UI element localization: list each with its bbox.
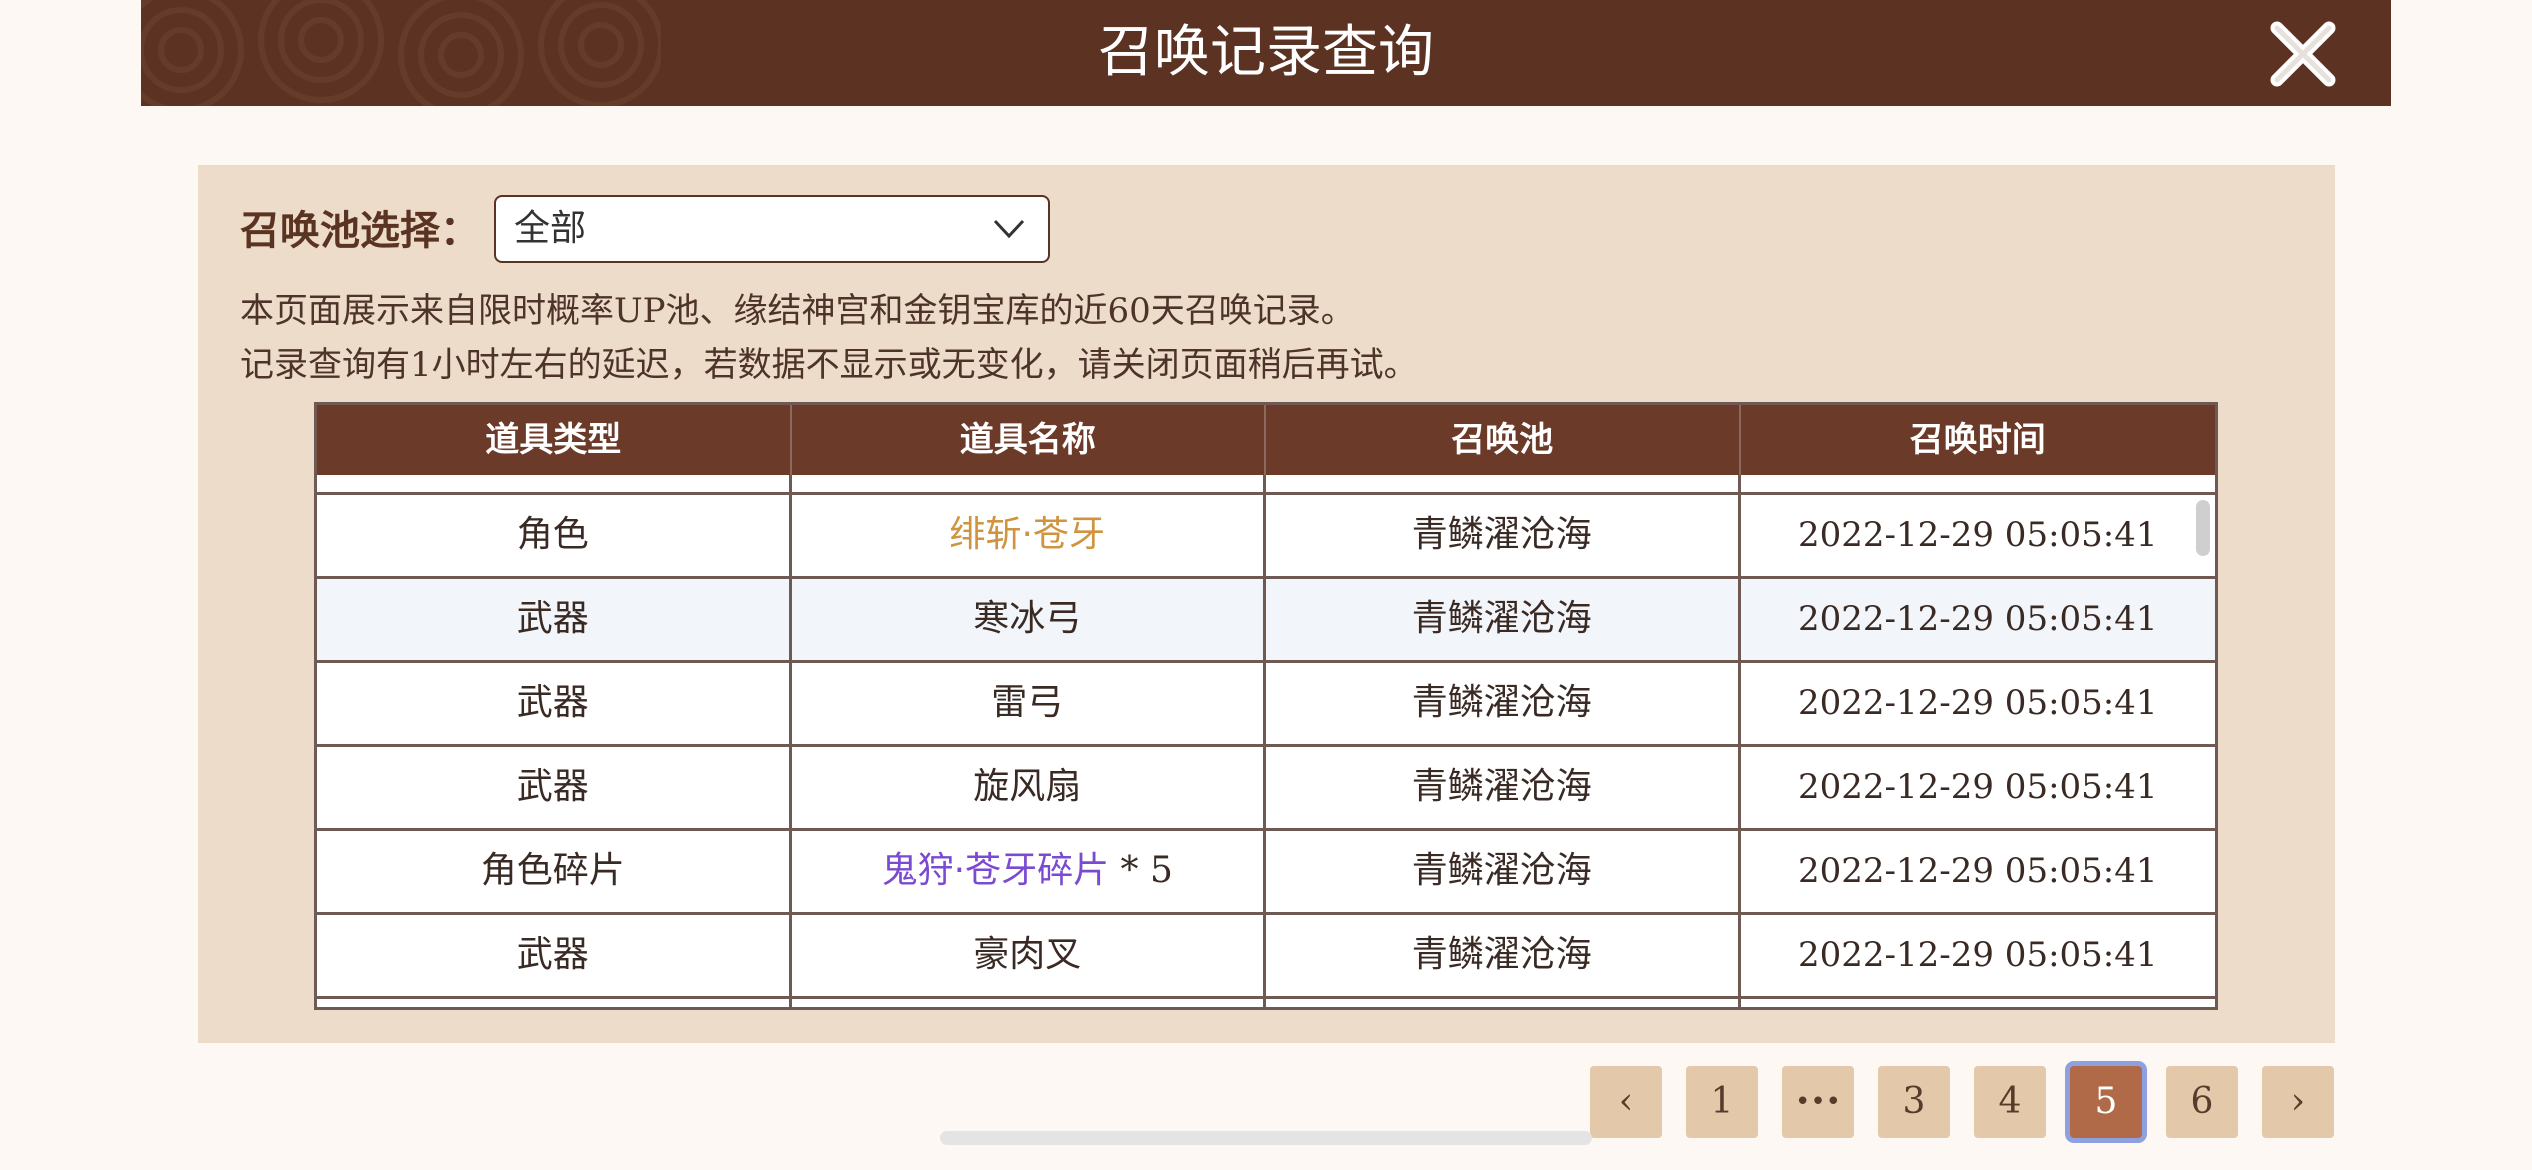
page-button-1[interactable]: 1 [1686,1066,1758,1138]
pool-select-label: 召唤池选择： [240,208,480,254]
table-cell [1741,999,2216,1007]
pool-select-dropdown[interactable]: 全部 [494,195,1050,263]
chevron-down-icon [993,219,1025,239]
cell-pool: 青鳞濯沧海 [1266,831,1741,912]
notice-line-2: 记录查询有1小时左右的延迟，若数据不显示或无变化，请关闭页面稍后再试。 [240,345,1418,385]
table-row: 角色 绯斩·苍牙 青鳞濯沧海 2022-12-29 05:05:41 [317,495,2215,579]
dialog-header: 召唤记录查询 [141,0,2391,106]
cell-type: 角色 [317,495,792,576]
cell-time: 2022-12-29 05:05:41 [1797,767,2158,807]
column-header-name: 道具名称 [792,405,1266,475]
table-cell [317,999,792,1007]
table-row-partial [317,475,2215,495]
item-name: 绯斩·苍牙 [949,514,1105,555]
table-row: 武器 旋风扇 青鳞濯沧海 2022-12-29 05:05:41 [317,747,2215,831]
cell-name: 旋风扇 [792,747,1266,828]
next-page-button[interactable]: › [2262,1066,2334,1138]
cell-type: 武器 [317,579,792,660]
cell-name: 鬼狩·苍牙碎片 * 5 [792,831,1266,912]
prev-page-button[interactable]: ‹ [1590,1066,1662,1138]
cell-type: 武器 [317,663,792,744]
cell-time: 2022-12-29 05:05:41 [1797,683,2158,723]
page-ellipsis-button[interactable]: ••• [1782,1066,1854,1138]
cell-time: 2022-12-29 05:05:41 [1797,935,2158,975]
column-header-pool: 召唤池 [1266,405,1741,475]
close-icon [2270,21,2336,87]
table-cell [1266,475,1741,492]
cell-name: 绯斩·苍牙 [792,495,1266,576]
cell-pool: 青鳞濯沧海 [1266,915,1741,996]
table-row: 武器 雷弓 青鳞濯沧海 2022-12-29 05:05:41 [317,663,2215,747]
pagination: ‹ 1 ••• 3 4 5 6 › [0,1066,2532,1138]
cell-pool: 青鳞濯沧海 [1266,495,1741,576]
cell-pool: 青鳞濯沧海 [1266,663,1741,744]
cell-time: 2022-12-29 05:05:41 [1797,599,2158,639]
column-header-type: 道具类型 [317,405,792,475]
notice-line-1: 本页面展示来自限时概率UP池、缘结神宫和金钥宝库的近60天召唤记录。 [240,291,1355,331]
cell-name: 寒冰弓 [792,579,1266,660]
table-row-partial [317,999,2216,1007]
table-row: 角色碎片 鬼狩·苍牙碎片 * 5 青鳞濯沧海 2022-12-29 05:05:… [317,831,2215,915]
cell-name: 雷弓 [792,663,1266,744]
table-row: 武器 豪肉叉 青鳞濯沧海 2022-12-29 05:05:41 [317,915,2215,999]
cell-type: 角色碎片 [317,831,792,912]
item-name: 鬼狩·苍牙碎片 [881,850,1110,891]
table-row: 武器 寒冰弓 青鳞濯沧海 2022-12-29 05:05:41 [317,579,2215,663]
table-cell [792,999,1266,1007]
cell-time: 2022-12-29 05:05:41 [1797,515,2158,555]
table-cell [792,475,1266,492]
cell-pool: 青鳞濯沧海 [1266,579,1741,660]
chevron-left-icon: ‹ [1618,1081,1634,1122]
page-button-3[interactable]: 3 [1878,1066,1950,1138]
column-header-time: 召唤时间 [1909,420,2046,460]
cell-name: 豪肉叉 [792,915,1266,996]
records-table[interactable]: 道具类型 道具名称 召唤池 召唤时间 角色 绯斩·苍牙 青鳞濯沧海 2022-1… [314,402,2218,1010]
cell-type: 武器 [317,747,792,828]
close-button[interactable] [2267,18,2339,90]
cell-time: 2022-12-29 05:05:41 [1797,851,2158,891]
table-cell [1266,999,1741,1007]
cell-type: 武器 [317,915,792,996]
pool-select-value: 全部 [514,208,587,249]
page-button-6[interactable]: 6 [2166,1066,2238,1138]
table-cell [317,475,792,492]
table-cell [1741,475,2216,492]
horizontal-scrollbar[interactable] [940,1131,1592,1145]
table-scrollbar[interactable] [2196,500,2210,556]
page-button-5[interactable]: 5 [2070,1066,2142,1138]
page-button-4[interactable]: 4 [1974,1066,2046,1138]
item-quantity: * 5 [1109,850,1173,891]
table-header-row: 道具类型 道具名称 召唤池 召唤时间 [317,405,2215,475]
dialog-title: 召唤记录查询 [1098,20,1434,85]
chevron-right-icon: › [2290,1081,2306,1122]
cell-pool: 青鳞濯沧海 [1266,747,1741,828]
table-body: 角色 绯斩·苍牙 青鳞濯沧海 2022-12-29 05:05:41 武器 寒冰… [317,475,2216,1007]
